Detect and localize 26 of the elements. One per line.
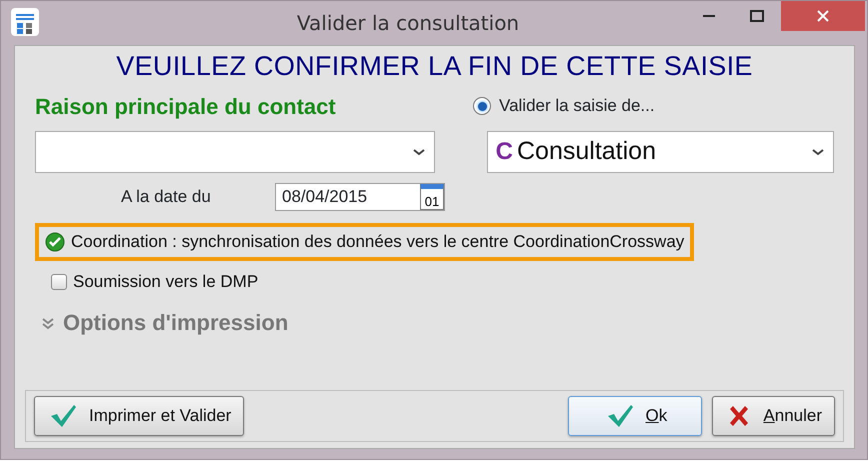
calendar-button[interactable]: 01 bbox=[420, 184, 444, 210]
reason-dropdown[interactable] bbox=[35, 130, 435, 173]
consultation-letter: C bbox=[496, 136, 513, 167]
dialog-button[interactable]: Imprimer et Valider bbox=[34, 396, 244, 436]
maximize-icon bbox=[750, 10, 764, 22]
chevron-down-icon bbox=[811, 146, 825, 157]
chevron-down-icon bbox=[412, 146, 426, 157]
option-label: Soumission vers le DMP bbox=[73, 272, 258, 292]
dialog-button[interactable]: Ok bbox=[568, 396, 702, 436]
option-label: Coordination : synchronisation des données vers le centre CoordinationCrossway bbox=[71, 232, 684, 252]
dialog-button[interactable]: Annuler bbox=[712, 396, 835, 436]
check-icon bbox=[49, 403, 77, 429]
section-label: Raison principale du contact bbox=[35, 94, 336, 119]
dialog-heading: VEUILLEZ CONFIRMER LA FIN DE CETTE SAISIE bbox=[115, 52, 754, 82]
entry-type-dropdown[interactable]: C Consultation bbox=[486, 130, 834, 173]
checkbox[interactable] bbox=[51, 274, 67, 290]
app-logo-icon bbox=[11, 8, 39, 36]
date-label: A la date du bbox=[121, 186, 212, 208]
close-icon bbox=[817, 10, 829, 22]
date-field[interactable]: 08/04/2015 01 bbox=[275, 182, 445, 211]
double-chevron-down-icon[interactable] bbox=[41, 316, 55, 331]
radio-label: Valider la saisie de... bbox=[499, 95, 655, 118]
check-icon bbox=[606, 403, 634, 429]
radio-button[interactable] bbox=[473, 97, 491, 116]
window-title: Valider la consultation bbox=[296, 11, 520, 35]
minimize-icon bbox=[703, 14, 715, 18]
